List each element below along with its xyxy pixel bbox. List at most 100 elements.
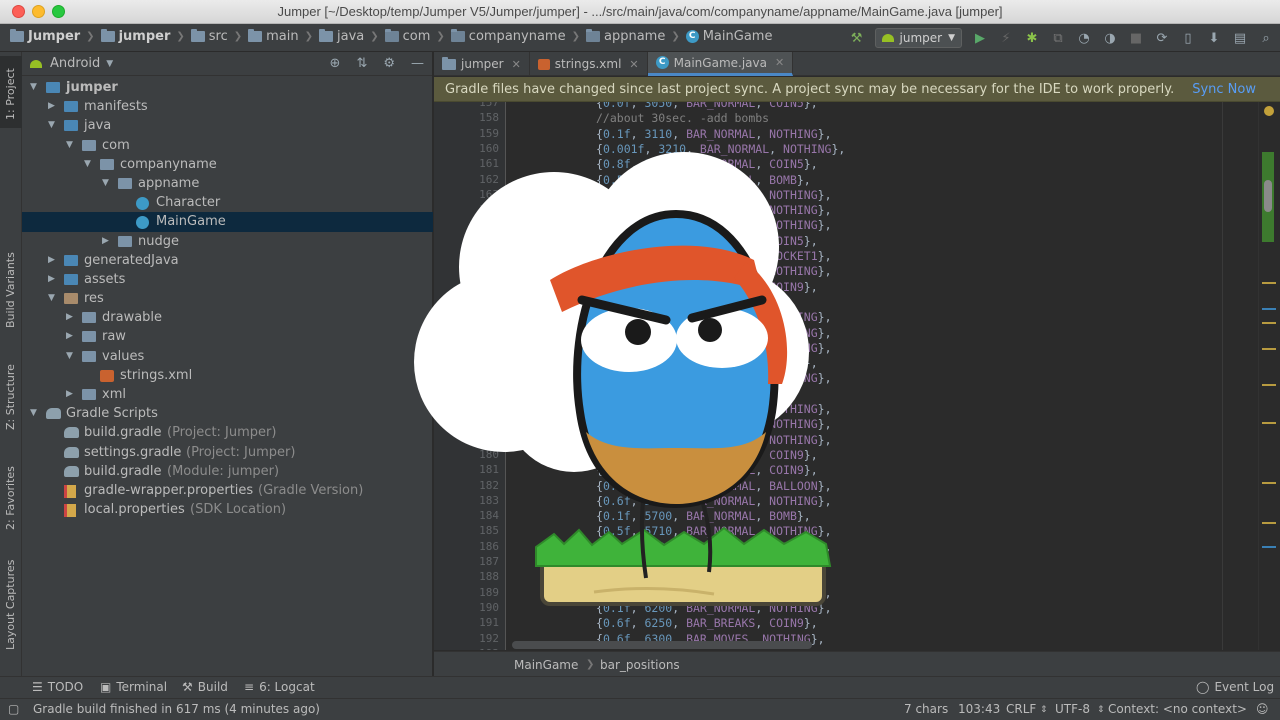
run-configuration-select[interactable]: jumper ▼ [874,28,962,48]
chevron-right-icon[interactable]: ▶ [66,308,76,327]
context-indicator[interactable]: Context: <no context> [1108,702,1247,716]
tree-item[interactable]: local.properties (SDK Location) [22,500,433,519]
breadcrumb-item-appname[interactable]: appname [585,29,665,44]
event-log-button[interactable]: ◯ Event Log [1196,680,1274,694]
chevron-down-icon[interactable]: ▼ [102,174,112,193]
tree-item[interactable]: ▼ jumper [22,78,433,97]
run-icon[interactable]: ▶ [972,30,988,46]
project-view-selector[interactable]: Android [50,56,100,71]
tree-item[interactable]: ▼ values [22,347,433,366]
stop-icon[interactable]: ■ [1128,30,1144,46]
logcat-tool-button[interactable]: ≡ 6: Logcat [244,680,315,694]
locate-icon[interactable]: ⊕ [330,56,341,71]
gear-icon[interactable]: ⚙ [383,56,395,71]
tree-item[interactable]: MainGame [22,212,433,232]
tree-item[interactable]: ▶ xml [22,385,433,404]
chevron-down-icon[interactable]: ▼ [30,404,40,423]
breadcrumb-item-src[interactable]: src [190,29,228,44]
hide-panel-icon[interactable]: — [411,56,424,71]
status-message[interactable]: Gradle build finished in 617 ms (4 minut… [33,702,320,716]
encoding-select[interactable]: UTF-8 [1055,702,1090,716]
tree-item[interactable]: strings.xml [22,366,433,385]
tree-item[interactable]: ▼ java [22,116,433,135]
tab-structure[interactable]: Z: Structure [0,354,22,434]
coverage-icon[interactable]: ◑ [1102,30,1118,46]
line-separator-select[interactable]: CRLF [1006,702,1036,716]
close-icon[interactable]: ✕ [775,56,784,69]
close-icon[interactable]: ✕ [629,58,638,71]
breadcrumb-item-java[interactable]: java [319,29,364,44]
tree-item[interactable]: build.gradle (Module: jumper) [22,462,433,481]
breadcrumb-item-project[interactable]: Jumper [10,29,80,44]
collapse-all-icon[interactable]: ⇅ [356,56,367,71]
tree-item[interactable]: ▶ assets [22,270,433,289]
tree-item[interactable]: ▶ generatedJava [22,251,433,270]
error-stripe[interactable] [1258,102,1280,650]
tab-favorites[interactable]: 2: Favorites [0,452,22,536]
editor-crumb-class[interactable]: MainGame [514,658,578,672]
breadcrumb-item-main[interactable]: main [248,29,299,44]
debug-icon[interactable]: ✱ [1024,30,1040,46]
chevron-down-icon[interactable]: ▼ [48,289,58,308]
chevron-down-icon[interactable]: ▼ [106,59,113,69]
tab-jumper[interactable]: jumper ✕ [434,52,530,76]
chevron-right-icon[interactable]: ▶ [66,327,76,346]
tree-item-label: build.gradle [84,425,162,441]
tab-strings-xml[interactable]: strings.xml ✕ [530,52,648,76]
project-structure-icon[interactable]: ▤ [1232,30,1248,46]
chevron-down-icon[interactable]: ▼ [48,116,58,135]
tree-item[interactable]: ▶ drawable [22,308,433,327]
sync-now-link[interactable]: Sync Now [1192,82,1256,97]
breadcrumb-item-companyname[interactable]: companyname [450,29,566,44]
tab-project[interactable]: 1: Project [0,56,22,128]
horizontal-scrollbar[interactable] [512,641,812,649]
folder-icon [10,29,24,42]
tree-item[interactable]: ▶ nudge [22,232,433,251]
tree-item[interactable]: ▼ res [22,289,433,308]
vertical-scrollbar-thumb[interactable] [1264,180,1272,212]
tree-item[interactable]: ▼ com [22,136,433,155]
chevron-down-icon[interactable]: ▼ [30,78,40,97]
terminal-tool-button[interactable]: ▣ Terminal [100,680,167,694]
inspector-icon[interactable]: ☺ [1256,702,1269,716]
toggle-tool-windows-icon[interactable]: ▢ [8,702,19,716]
search-icon[interactable]: ⌕ [1258,30,1274,46]
tree-item[interactable]: build.gradle (Project: Jumper) [22,423,433,442]
sdk-manager-icon[interactable]: ⬇ [1206,30,1222,46]
tree-item[interactable]: ▼ Gradle Scripts [22,404,433,423]
hammer-icon[interactable]: ⚒ [849,30,865,46]
build-tool-button[interactable]: ⚒ Build [182,680,228,694]
tree-item[interactable]: Character [22,193,433,212]
avd-manager-icon[interactable]: ▯ [1180,30,1196,46]
tree-item[interactable]: settings.gradle (Project: Jumper) [22,443,433,462]
close-icon[interactable]: ✕ [512,58,521,71]
tab-layout-captures[interactable]: Layout Captures [0,556,22,656]
chevron-down-icon[interactable]: ▼ [66,347,76,366]
tree-item-label: jumper [66,80,118,95]
tree-item[interactable]: gradle-wrapper.properties (Gradle Version… [22,481,433,500]
chevron-right-icon[interactable]: ▶ [48,270,58,289]
sync-gradle-icon[interactable]: ⟳ [1154,30,1170,46]
chevron-down-icon[interactable]: ▼ [66,136,76,155]
chevron-right-icon[interactable]: ▶ [66,385,76,404]
chevron-right-icon[interactable]: ▶ [48,251,58,270]
caret-position[interactable]: 103:43 [958,702,1000,716]
breadcrumb-item-com[interactable]: com [384,29,430,44]
tree-item[interactable]: ▶ manifests [22,97,433,116]
chevron-right-icon[interactable]: ▶ [102,232,112,251]
tree-item[interactable]: ▶ raw [22,327,433,346]
chevron-right-icon[interactable]: ▶ [48,97,58,116]
tree-item[interactable]: ▼ appname [22,174,433,193]
attach-debugger-icon[interactable]: ⧉ [1050,30,1066,46]
code-line: {0.6f, 6250, BAR_BREAKS, COIN9}, [596,616,818,631]
tab-build-variants[interactable]: Build Variants [0,242,22,334]
breadcrumb-item-module[interactable]: jumper [100,29,170,44]
profile-icon[interactable]: ◔ [1076,30,1092,46]
todo-tool-button[interactable]: ☰ TODO [32,680,83,694]
tree-item[interactable]: ▼ companyname [22,155,433,174]
editor-crumb-field[interactable]: bar_positions [600,658,680,672]
apply-changes-icon[interactable]: ⚡ [998,30,1014,46]
chevron-down-icon[interactable]: ▼ [84,155,94,174]
tab-maingame-java[interactable]: C MainGame.java ✕ [647,52,794,76]
breadcrumb-item-maingame[interactable]: C MainGame [685,29,772,44]
